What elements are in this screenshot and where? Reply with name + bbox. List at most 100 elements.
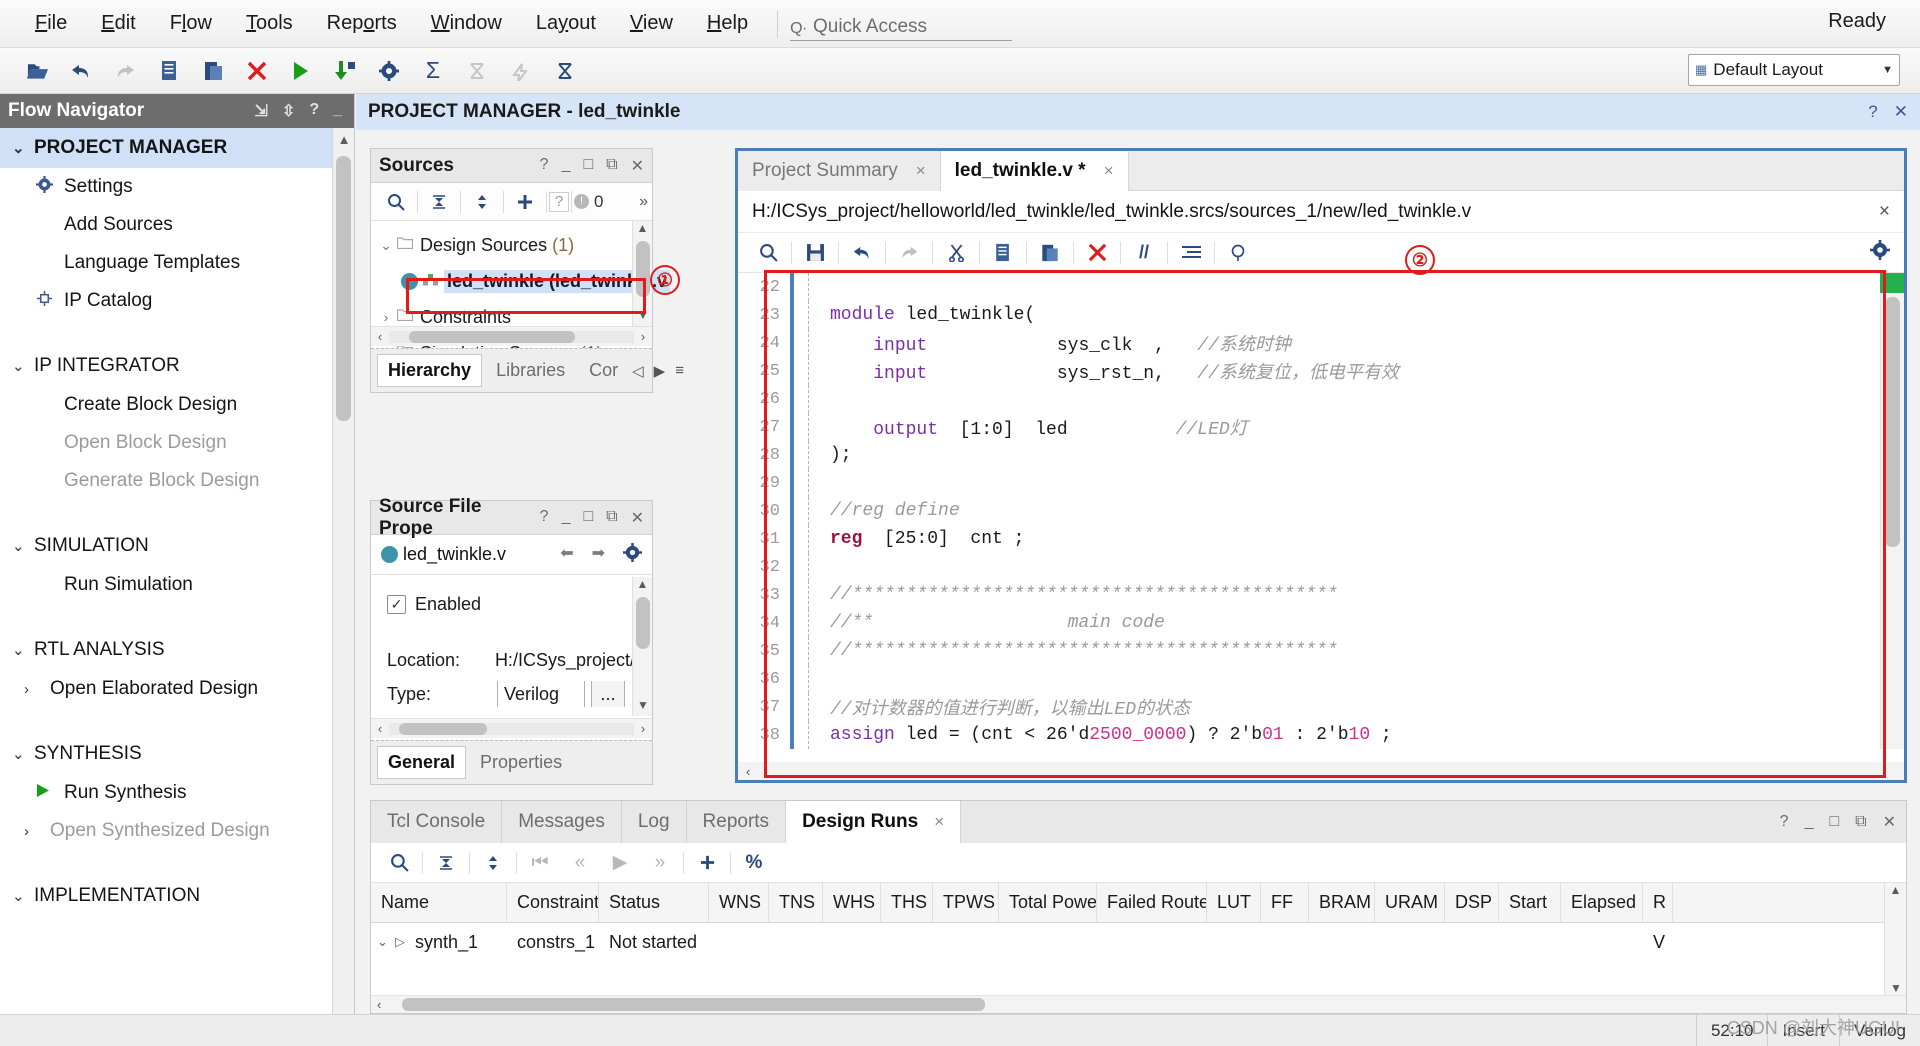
scroll-up-icon[interactable]: ▲ bbox=[633, 221, 652, 239]
menu-icon[interactable]: ≡ bbox=[675, 362, 684, 380]
scroll-down-icon[interactable]: ▼ bbox=[1885, 981, 1907, 995]
scroll-track[interactable] bbox=[389, 722, 634, 735]
menu-item-view[interactable]: View bbox=[613, 6, 690, 41]
overflow-icon[interactable]: » bbox=[639, 193, 652, 211]
scroll-thumb[interactable] bbox=[336, 156, 351, 421]
gear-icon[interactable] bbox=[623, 542, 642, 567]
open-project-icon[interactable] bbox=[18, 52, 56, 90]
column-header[interactable]: Start bbox=[1499, 883, 1561, 922]
scroll-up-icon[interactable]: ▲ bbox=[633, 577, 652, 595]
code-area[interactable]: 22 23 module led_twinkle(24 input sys_clk … bbox=[738, 273, 1904, 749]
chevron-down-icon[interactable]: ⌄ bbox=[375, 237, 397, 254]
column-header[interactable]: BRAM bbox=[1309, 883, 1375, 922]
sidebar-item-add-sources[interactable]: Add Sources bbox=[0, 206, 354, 244]
tree-row[interactable]: led_twinkle (led_twinkle.v bbox=[375, 263, 671, 299]
float-icon[interactable]: ⧉ bbox=[606, 156, 617, 176]
tab-general[interactable]: General bbox=[377, 746, 467, 779]
comment-icon[interactable]: // bbox=[1124, 236, 1164, 270]
code-vscrollbar[interactable] bbox=[1880, 273, 1904, 749]
help-icon[interactable]: ? bbox=[540, 508, 549, 528]
expand-all-icon[interactable] bbox=[463, 185, 501, 219]
undo-icon[interactable] bbox=[62, 52, 100, 90]
close-icon[interactable]: ✕ bbox=[1883, 812, 1896, 832]
delete-icon[interactable] bbox=[1077, 236, 1117, 270]
collapse-all-icon[interactable] bbox=[420, 185, 458, 219]
back-icon[interactable]: ⬅ bbox=[560, 543, 573, 567]
close-icon[interactable]: × bbox=[1104, 161, 1114, 181]
menu-item-edit[interactable]: Edit bbox=[84, 6, 152, 41]
column-header[interactable]: WNS bbox=[709, 883, 769, 922]
sidebar-item-run-simulation[interactable]: Run Simulation bbox=[0, 566, 354, 604]
float-icon[interactable]: ⧉ bbox=[606, 508, 617, 528]
undo-icon[interactable] bbox=[842, 236, 882, 270]
tree-row[interactable]: ⌄ Design Sources (1) bbox=[375, 227, 652, 263]
scroll-right-icon[interactable]: › bbox=[634, 721, 652, 736]
help-icon[interactable]: ? bbox=[1868, 102, 1877, 122]
tab-log[interactable]: Log bbox=[622, 801, 687, 843]
scroll-left-icon[interactable]: ‹ bbox=[371, 721, 389, 736]
scroll-track[interactable] bbox=[389, 330, 634, 343]
copy-icon[interactable] bbox=[983, 236, 1023, 270]
sidebar-item-ip-catalog[interactable]: IP Catalog bbox=[0, 282, 354, 320]
layout-select[interactable]: ▦ Default Layout ▼ bbox=[1688, 54, 1900, 86]
sidebar-section-synthesis[interactable]: ⌄ SYNTHESIS bbox=[0, 734, 354, 774]
column-header[interactable]: TPWS bbox=[933, 883, 999, 922]
report-drc-icon[interactable] bbox=[546, 52, 584, 90]
enabled-checkbox[interactable]: ✓ bbox=[387, 594, 406, 614]
tab-project-summary[interactable]: Project Summary × bbox=[738, 151, 941, 191]
chevron-down-icon[interactable]: ⌄ bbox=[377, 934, 395, 950]
minimize-icon[interactable]: _ bbox=[333, 101, 342, 121]
gear-icon[interactable] bbox=[1870, 239, 1890, 266]
find-icon[interactable] bbox=[748, 236, 788, 270]
scroll-up-icon[interactable]: ▲ bbox=[333, 128, 354, 150]
scroll-left-icon[interactable]: ‹ bbox=[371, 329, 389, 344]
forward-icon[interactable]: ➡ bbox=[592, 543, 605, 567]
scroll-down-icon[interactable]: ▼ bbox=[633, 308, 653, 326]
menu-item-reports[interactable]: Reports bbox=[310, 6, 414, 41]
minimize-icon[interactable]: _ bbox=[562, 156, 571, 176]
tab-tcl-console[interactable]: Tcl Console bbox=[371, 801, 503, 843]
sidebar-section-simulation[interactable]: ⌄ SIMULATION bbox=[0, 526, 354, 566]
search-icon[interactable] bbox=[379, 846, 419, 880]
column-header[interactable]: DSP bbox=[1445, 883, 1499, 922]
close-icon[interactable]: × bbox=[1879, 201, 1890, 223]
column-header[interactable]: Total Power bbox=[999, 883, 1097, 922]
tab-libraries[interactable]: Libraries bbox=[486, 355, 575, 386]
tab-properties[interactable]: Properties bbox=[470, 747, 572, 778]
prev-icon[interactable]: ◁ bbox=[632, 362, 644, 380]
scroll-thumb[interactable] bbox=[1885, 297, 1900, 547]
tab-design-runs[interactable]: Design Runs × bbox=[786, 801, 962, 843]
column-header[interactable]: Status bbox=[599, 883, 709, 922]
column-header[interactable]: URAM bbox=[1375, 883, 1445, 922]
properties-vscrollbar[interactable]: ▲ ▼ bbox=[632, 577, 652, 716]
help-icon[interactable]: ? bbox=[540, 156, 549, 176]
menu-item-flow[interactable]: Flow bbox=[153, 6, 229, 41]
sources-vscrollbar[interactable]: ▲ ▼ bbox=[632, 221, 652, 326]
settings-icon[interactable] bbox=[370, 52, 408, 90]
minimize-icon[interactable]: _ bbox=[1805, 813, 1814, 831]
scroll-left-icon[interactable]: ‹ bbox=[738, 764, 750, 779]
float-icon[interactable]: ⧉ bbox=[1855, 813, 1866, 831]
column-header[interactable]: THS bbox=[881, 883, 933, 922]
paste-icon[interactable] bbox=[194, 52, 232, 90]
help-icon[interactable]: ? bbox=[309, 101, 319, 121]
menu-item-file[interactable]: File bbox=[18, 6, 84, 41]
tab-led-twinkle-v[interactable]: led_twinkle.v * × bbox=[940, 151, 1129, 191]
quick-access-input[interactable]: Q∙ Quick Access bbox=[790, 7, 1013, 41]
copy-icon[interactable] bbox=[150, 52, 188, 90]
maximize-icon[interactable]: □ bbox=[1829, 813, 1839, 831]
table-row[interactable]: ⌄ ▷ synth_1 constrs_1 Not started V bbox=[371, 923, 1906, 961]
design-runs-hscrollbar[interactable]: ‹ bbox=[371, 995, 1906, 1013]
implement-icon[interactable] bbox=[326, 52, 364, 90]
minimize-icon[interactable]: _ bbox=[562, 508, 571, 528]
help-icon[interactable]: ? bbox=[1780, 813, 1789, 831]
sidebar-item-create-block-design[interactable]: Create Block Design bbox=[0, 386, 354, 424]
tab-hierarchy[interactable]: Hierarchy bbox=[377, 354, 483, 387]
scroll-thumb[interactable] bbox=[408, 330, 576, 343]
tab-reports[interactable]: Reports bbox=[687, 801, 787, 843]
column-header[interactable]: LUT bbox=[1207, 883, 1261, 922]
scroll-right-icon[interactable]: › bbox=[634, 329, 652, 344]
scroll-thumb[interactable] bbox=[636, 241, 650, 297]
info-icon[interactable] bbox=[1218, 236, 1258, 270]
message-count-icon[interactable]: ! 0 bbox=[574, 185, 603, 219]
